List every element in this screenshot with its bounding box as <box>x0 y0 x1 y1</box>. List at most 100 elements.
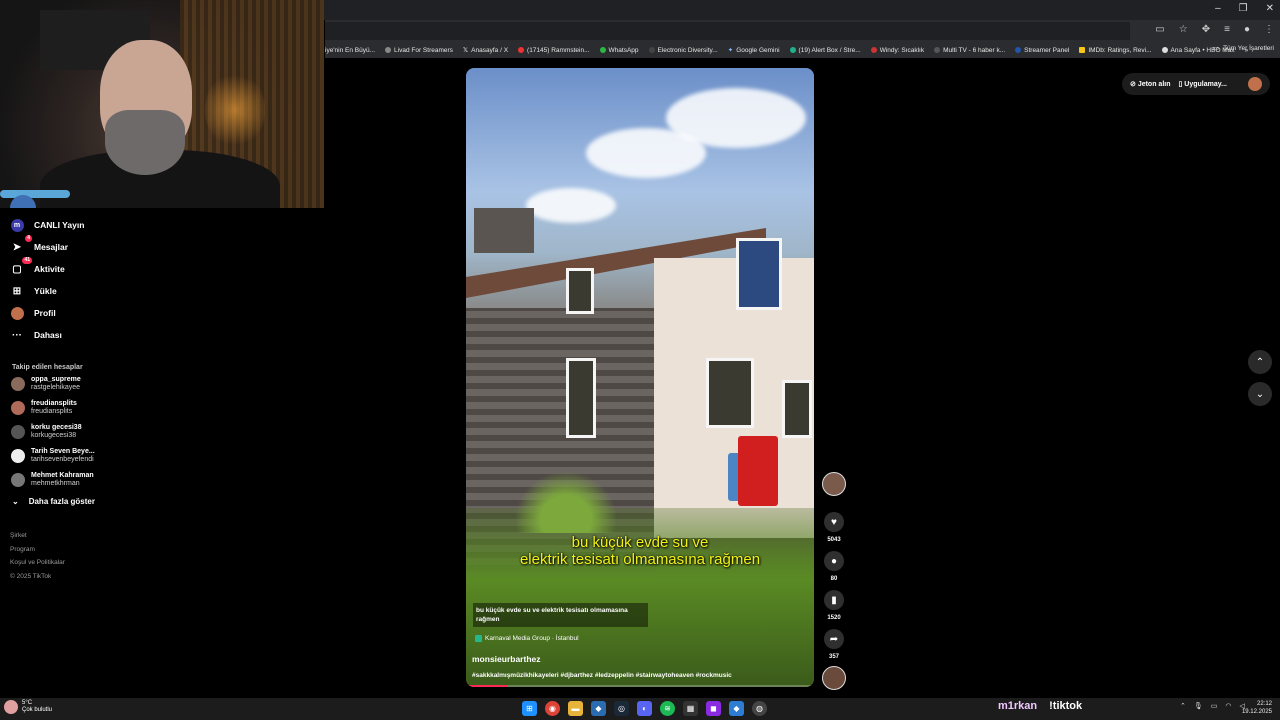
send-icon: ➤ 4 <box>12 235 32 253</box>
sidebar-item-profile[interactable]: Profil <box>10 306 56 320</box>
save-button[interactable]: ▮ <box>824 590 844 610</box>
bookmark-item[interactable]: Multi TV - 6 haber k... <box>934 47 1005 54</box>
video-subtitle: bu küçük evde su ve elektrik tesisatı ol… <box>519 534 761 568</box>
upload-icon: ⊞ <box>12 285 22 297</box>
next-video-button[interactable]: ⌄ <box>1248 382 1272 406</box>
followed-account[interactable]: freudiansplits freudiansplits <box>11 400 77 416</box>
obs-icon[interactable]: ◍ <box>752 701 767 716</box>
location-icon <box>475 635 482 642</box>
whatsapp-icon <box>599 47 606 53</box>
webcam-overlay <box>0 0 324 208</box>
sidebar-item-activity[interactable]: ▢ 41 Aktivite <box>10 257 65 276</box>
share-count: 357 <box>828 654 839 660</box>
network-icon[interactable]: ▭ <box>1211 702 1218 710</box>
like-count: 5043 <box>827 537 841 543</box>
video-progress-bar[interactable] <box>466 685 814 687</box>
comment-button[interactable]: ● <box>824 551 844 571</box>
bookmark-item[interactable]: iye'nin En Büyü... <box>325 47 375 54</box>
followed-account[interactable]: Mehmet Kahraman mehmetkhrman <box>11 472 94 488</box>
app-icon[interactable]: ◆ <box>729 701 744 716</box>
bookmark-item[interactable]: Streamer Panel <box>1015 47 1069 54</box>
maximize-button[interactable]: ❐ <box>1239 3 1248 14</box>
sidebar-item-live[interactable]: m CANLI Yayın <box>10 218 84 232</box>
sidebar-item-upload[interactable]: ⊞ Yükle <box>10 284 57 298</box>
profile-icon[interactable]: ● <box>1244 24 1250 35</box>
notification-badge: 41 <box>22 257 32 264</box>
sidebar-item-messages[interactable]: ➤ 4 Mesajlar <box>10 235 68 254</box>
minimize-button[interactable]: – <box>1215 3 1221 14</box>
live-icon: m <box>10 218 24 232</box>
like-button[interactable]: ♥ <box>824 512 844 532</box>
chevron-down-icon: ⌄ <box>12 497 19 506</box>
video-caption: bu küçük evde su ve elektrik tesisatı ol… <box>473 603 648 627</box>
save-count: 1520 <box>827 615 841 621</box>
bookmark-item[interactable]: 𝕏 Anasayfa / X <box>463 46 508 55</box>
file-explorer-icon[interactable]: ▬ <box>568 701 583 716</box>
chrome-icon[interactable]: ◉ <box>545 701 560 716</box>
mic-icon[interactable]: 🎙︎ <box>1194 702 1203 710</box>
footer-link-program[interactable]: Program <box>10 543 65 557</box>
bookmark-item[interactable]: ✦ Google Gemini <box>727 46 780 55</box>
bookmark-item[interactable]: (17145) Rammstein... <box>518 47 590 54</box>
spotify-icon[interactable]: ≋ <box>660 701 675 716</box>
video-player[interactable]: bu küçük evde su ve elektrik tesisatı ol… <box>466 68 814 687</box>
bookmark-item[interactable]: (19) Alert Box / Stre... <box>789 47 861 54</box>
footer-link-terms[interactable]: Koşul ve Politikalar <box>10 556 65 570</box>
bookmark-item[interactable]: Windy: Sıcaklık <box>870 47 924 54</box>
bookmark-item[interactable]: IMDb: Ratings, Revi... <box>1079 47 1152 54</box>
followed-account[interactable]: Tarih Seven Beye... tarihsevenbeyefendi <box>11 448 95 464</box>
sidebar-item-more[interactable]: ··· Dahası <box>10 328 62 342</box>
lv-icon <box>385 47 392 53</box>
gemini-icon: ✦ <box>727 47 734 54</box>
close-button[interactable]: ✕ <box>1266 3 1274 14</box>
previous-video-button[interactable]: ⌃ <box>1248 350 1272 374</box>
all-bookmarks-button[interactable]: ▭ Tüm Yer İşaretleri <box>1213 44 1274 53</box>
cast-icon[interactable]: ▭ <box>1155 24 1164 35</box>
star-icon[interactable]: ☆ <box>1179 24 1188 35</box>
weather-widget[interactable]: 5°C Çok bulutlu <box>4 700 52 714</box>
calculator-icon[interactable]: ▦ <box>683 701 698 716</box>
chevron-up-icon[interactable]: ⌃ <box>1180 702 1186 710</box>
window-controls: – ❐ ✕ <box>1215 3 1274 14</box>
extensions-icon[interactable]: ✥ <box>1202 24 1210 35</box>
bookmark-item[interactable]: Livad For Streamers <box>385 47 453 54</box>
menu-icon[interactable]: ⋮ <box>1264 24 1274 35</box>
music-disc-avatar[interactable] <box>822 666 846 690</box>
bookmark-item[interactable]: Electronic Diversity... <box>648 47 718 54</box>
user-avatar[interactable] <box>1248 77 1262 91</box>
wifi-icon[interactable]: ◠ <box>1225 702 1231 710</box>
comment-icon: ● <box>830 555 838 567</box>
share-icon: ➦ <box>829 633 839 645</box>
location-tag[interactable]: Karnaval Media Group · İstanbul <box>475 635 579 642</box>
video-author[interactable]: monsieurbarthez <box>472 654 541 664</box>
app-icon[interactable]: ◆ <box>591 701 606 716</box>
steam-icon[interactable]: ◎ <box>614 701 629 716</box>
bookmark-item[interactable]: WhatsApp <box>599 47 639 54</box>
footer-link-company[interactable]: Şirket <box>10 529 65 543</box>
app-icon[interactable]: ◼ <box>706 701 721 716</box>
get-coins-button[interactable]: ⊘ Jeton alın <box>1130 80 1171 88</box>
notification-badge: 4 <box>25 235 32 242</box>
discord-icon[interactable]: ◐ <box>637 701 652 716</box>
url-field[interactable] <box>325 22 1130 40</box>
comment-count: 80 <box>830 576 838 582</box>
followed-account[interactable]: oppa_supreme rastgelehikayee <box>11 376 81 392</box>
page-icon <box>648 47 655 53</box>
media-icon[interactable]: ≡ <box>1224 24 1230 35</box>
show-more-button[interactable]: ⌄ Daha fazla göster <box>12 497 95 506</box>
author-avatar[interactable] <box>822 472 846 496</box>
stream-overlay-text: m1rkan !tiktok <box>998 700 1082 712</box>
share-button[interactable]: ➦ <box>824 629 844 649</box>
chevron-down-icon: ⌄ <box>1255 388 1265 400</box>
avatar <box>11 425 25 439</box>
tv-icon <box>934 47 941 53</box>
video-hashtags[interactable]: #sakkkalmışmüzikhikayeleri #djbarthez #l… <box>472 672 732 679</box>
inbox-icon: ▢ 41 <box>12 257 32 275</box>
followed-account[interactable]: korku gecesi38 korkugecesi38 <box>11 424 82 440</box>
system-clock[interactable]: 22:12 19.12.2025 <box>1242 700 1272 716</box>
copyright: © 2025 TikTok <box>10 572 52 580</box>
sidebar-footer: Şirket Program Koşul ve Politikalar © 20… <box>10 529 65 583</box>
get-app-button[interactable]: ▯ Uygulamay... <box>1179 80 1227 88</box>
start-icon[interactable]: ⊞ <box>522 701 537 716</box>
tab-strip <box>325 0 1280 20</box>
